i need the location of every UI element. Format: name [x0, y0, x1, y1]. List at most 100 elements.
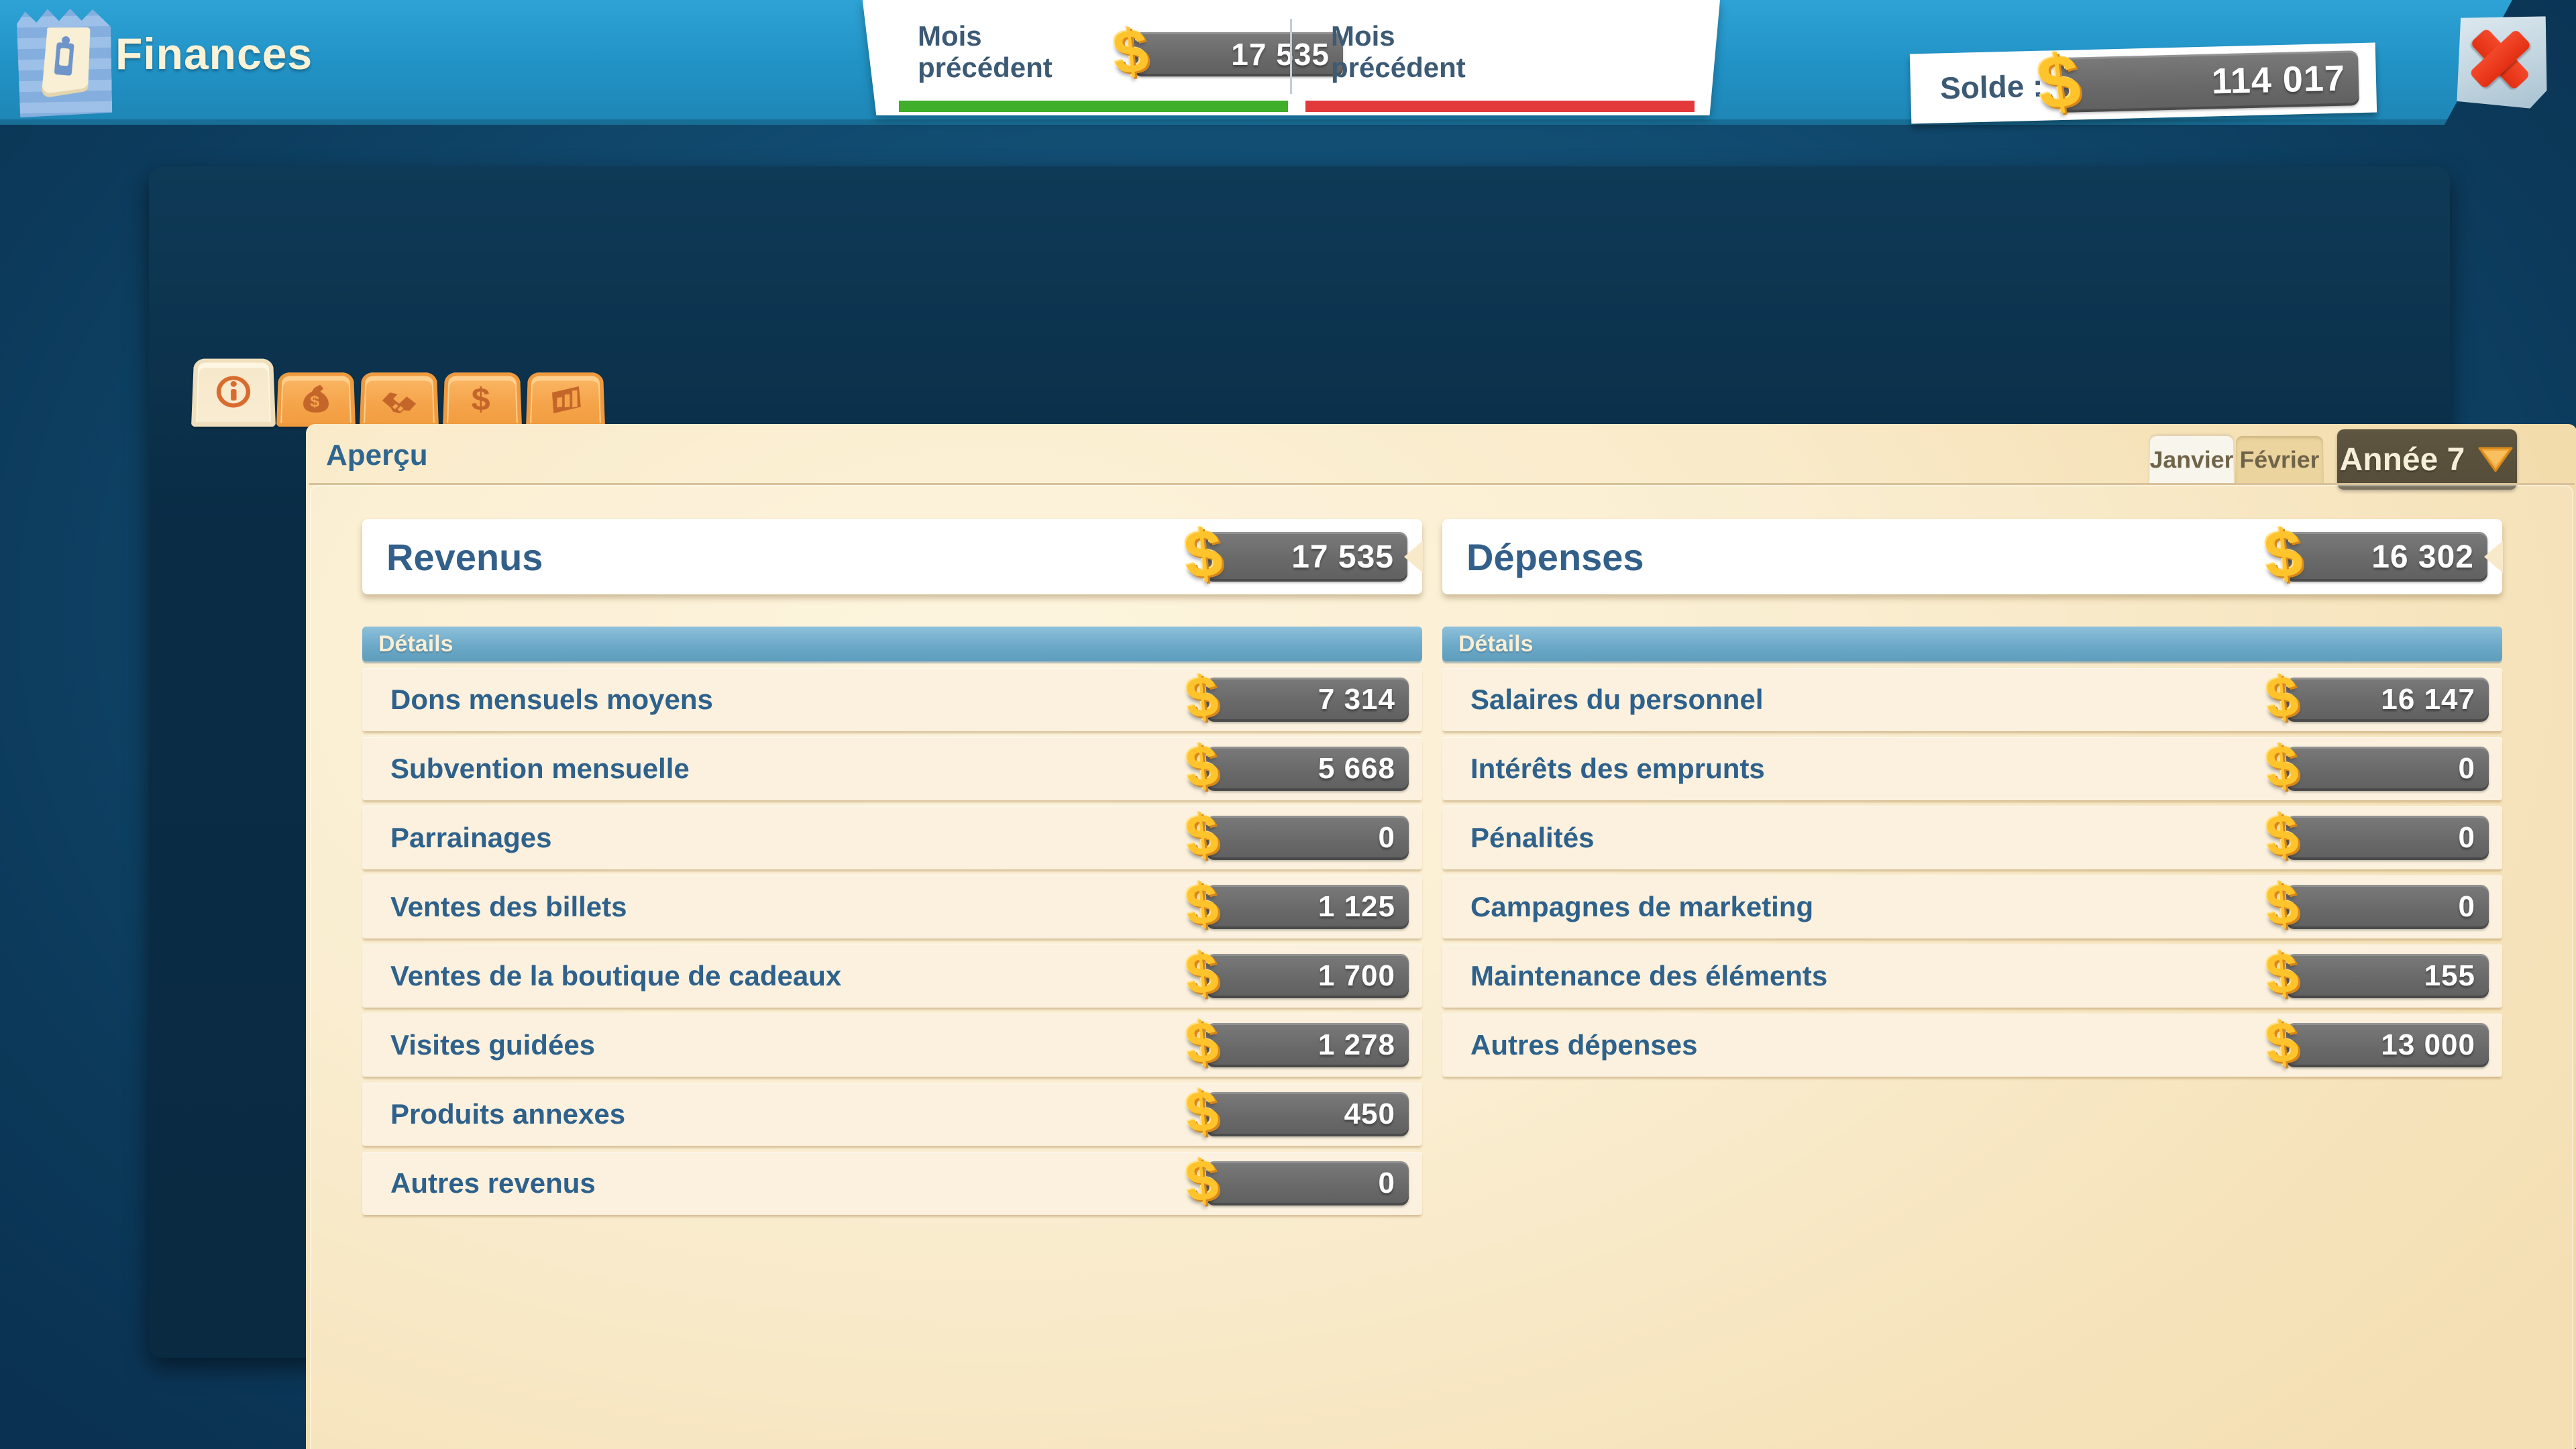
dollar-icon: $ — [2263, 736, 2302, 797]
column-title: Dépenses — [1442, 535, 1644, 579]
dollar-icon: $ — [2263, 874, 2302, 935]
monthly-stats-banner: Mois précédent $ 17 535 Mois précédent $… — [857, 0, 1720, 115]
finances-window: $ $ Aperçu Janvier Févri — [149, 166, 2450, 1358]
money-pill: $ 17 535 — [1205, 532, 1407, 582]
money-pill: $ 0 — [2286, 816, 2489, 860]
tab-donations[interactable]: $ — [276, 372, 356, 427]
dollar-icon: $ — [2261, 519, 2306, 589]
row-label: Maintenance des éléments — [1442, 960, 1827, 992]
rows: Salaires du personnel $ 16 147 Intérêts … — [1442, 668, 2502, 1077]
tab-charts[interactable] — [526, 372, 605, 427]
dollar-icon: $ — [1183, 736, 1222, 797]
table-row: Salaires du personnel $ 16 147 — [1442, 668, 2502, 731]
money-pill: $ 0 — [2286, 747, 2489, 791]
month-button-fevrier[interactable]: Février — [2235, 436, 2324, 484]
money-pill: $ 5 668 — [1206, 747, 1409, 791]
income-trend-underline — [899, 101, 1288, 112]
notch-decoration — [2552, 1446, 2576, 1449]
column-total: 16 302 — [2371, 539, 2487, 576]
row-value: 0 — [1379, 1167, 1409, 1200]
row-label: Autres dépenses — [1442, 1029, 1697, 1061]
money-pill: $ 0 — [1206, 1161, 1409, 1205]
page-title: Finances — [115, 28, 313, 79]
table-row: Autres revenus $ 0 — [362, 1152, 1422, 1215]
dollar-icon: $ — [2033, 42, 2084, 122]
details-label: Détails — [362, 631, 453, 657]
row-value: 7 314 — [1318, 683, 1409, 716]
close-button[interactable] — [2451, 13, 2550, 109]
row-label: Produits annexes — [362, 1098, 625, 1130]
dollar-icon: $ — [1183, 874, 1222, 935]
row-value: 450 — [1344, 1097, 1409, 1131]
stat-label: Mois précédent — [918, 0, 1085, 83]
money-pill: $ 1 125 — [1206, 885, 1409, 929]
dollar-icon: $ — [1183, 667, 1222, 728]
expense-trend-underline — [1305, 101, 1695, 112]
info-icon — [212, 372, 254, 411]
panel-title: Aperçu — [326, 439, 428, 472]
rows: Dons mensuels moyens $ 7 314 Subvention … — [362, 668, 1422, 1215]
balance-label: Solde : — [1910, 68, 2043, 107]
row-label: Dons mensuels moyens — [362, 684, 713, 716]
row-label: Salaires du personnel — [1442, 684, 1764, 716]
row-value: 0 — [2459, 821, 2489, 855]
dollar-icon: $ — [1183, 1012, 1222, 1073]
money-pill: $ 114 017 — [2057, 50, 2359, 113]
details-label: Détails — [1442, 631, 1534, 657]
table-row: Produits annexes $ 450 — [362, 1083, 1422, 1146]
row-value: 0 — [1379, 821, 1409, 855]
money-pill: $ 17 535 — [1134, 32, 1343, 76]
table-row: Dons mensuels moyens $ 7 314 — [362, 668, 1422, 731]
details-section-header: Détails — [362, 627, 1422, 661]
handshake-icon — [378, 380, 420, 419]
month-button-janvier[interactable]: Janvier — [2149, 436, 2234, 484]
notch-decoration — [1404, 541, 1423, 573]
chevron-down-icon — [2477, 445, 2514, 474]
row-value: 0 — [2459, 752, 2489, 786]
money-pill: $ 1 700 — [1206, 954, 1409, 998]
money-pill: $ 155 — [2286, 954, 2489, 998]
row-value: 0 — [2459, 890, 2489, 924]
details-section-header: Détails — [1442, 627, 2502, 661]
dollar-icon: $ — [2263, 1012, 2302, 1073]
stat-value: 17 535 — [1231, 36, 1343, 72]
row-value: 16 147 — [2381, 683, 2489, 716]
dollar-icon: $ — [1181, 519, 1226, 589]
table-row: Autres dépenses $ 13 000 — [1442, 1014, 2502, 1077]
dollar-icon: $ — [1183, 943, 1222, 1004]
money-pill: $ 7 314 — [1206, 678, 1409, 722]
finances-ledger-icon — [17, 5, 113, 117]
tab-pricing[interactable]: $ — [443, 372, 522, 427]
tab-contracts[interactable] — [360, 372, 439, 427]
money-pill: $ 16 302 — [2285, 532, 2487, 582]
table-row: Parrainages $ 0 — [362, 806, 1422, 869]
revenues-column: Revenus $ 17 535 Détails Dons mensuels m… — [362, 519, 1422, 1221]
stat-previous-month-income: Mois précédent $ 17 535 — [918, 0, 1085, 101]
expenses-column: Dépenses $ 16 302 Détails Salaires du pe… — [1442, 519, 2502, 1083]
row-label: Intérêts des emprunts — [1442, 753, 1765, 785]
row-label: Pénalités — [1442, 822, 1594, 854]
svg-text:$: $ — [310, 393, 319, 411]
row-label: Subvention mensuelle — [362, 753, 690, 785]
row-label: Ventes de la boutique de cadeaux — [362, 960, 841, 992]
expenses-header: Dépenses $ 16 302 — [1442, 519, 2502, 594]
row-label: Parrainages — [362, 822, 551, 854]
dollar-icon: $ — [462, 380, 503, 419]
bar-chart-icon — [545, 380, 586, 419]
stat-previous-month-expense: Mois précédent $ -16 302 — [1331, 0, 1499, 101]
money-pill: $ 0 — [1206, 816, 1409, 860]
money-pill: $ 450 — [1206, 1092, 1409, 1136]
table-row: Ventes des billets $ 1 125 — [362, 875, 1422, 938]
dollar-icon: $ — [1183, 1150, 1222, 1212]
table-row: Pénalités $ 0 — [1442, 806, 2502, 869]
balance-value: 114 017 — [2211, 57, 2359, 102]
year-dropdown-label: Année 7 — [2340, 441, 2465, 478]
table-row: Subvention mensuelle $ 5 668 — [362, 737, 1422, 800]
table-row: Campagnes de marketing $ 0 — [1442, 875, 2502, 938]
table-row: Ventes de la boutique de cadeaux $ 1 700 — [362, 945, 1422, 1008]
row-label: Autres revenus — [362, 1167, 596, 1199]
year-dropdown[interactable]: Année 7 — [2337, 429, 2517, 490]
dollar-icon: $ — [2263, 805, 2302, 866]
tab-overview[interactable] — [191, 359, 276, 427]
book-icon — [23, 19, 105, 108]
